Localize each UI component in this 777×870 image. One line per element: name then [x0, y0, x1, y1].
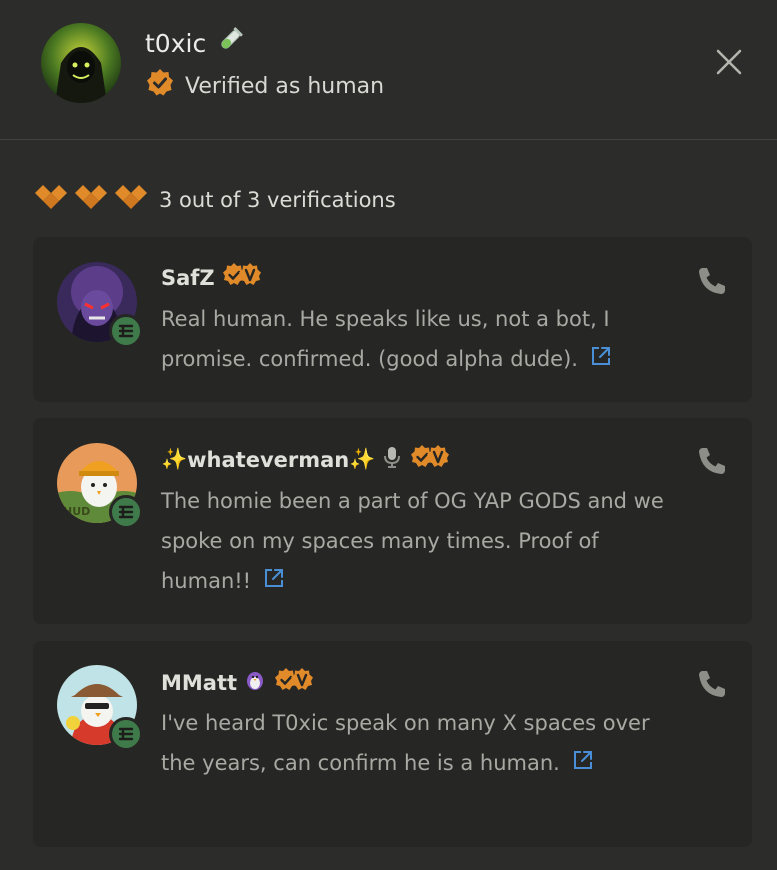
- verification-message-text: The homie been a part of OG YAP GODS and…: [161, 489, 664, 593]
- verifier-avatar[interactable]: [57, 262, 143, 348]
- verifier-avatar[interactable]: HUD: [57, 443, 143, 529]
- call-button[interactable]: [695, 667, 729, 701]
- verified-status: Verified as human: [145, 68, 384, 104]
- verification-card: HUD ✨ whateverman ✨ The homie been a par…: [33, 418, 752, 624]
- call-button[interactable]: [695, 444, 729, 478]
- sparkle-suffix: ✨: [349, 447, 376, 471]
- verified-seal-icon: [273, 667, 315, 698]
- verifier-avatar[interactable]: [57, 665, 143, 751]
- verifier-name[interactable]: SafZ: [161, 262, 263, 293]
- verification-diamond-icon: [113, 181, 149, 218]
- verified-seal-icon: [409, 444, 451, 475]
- menu-badge-icon: [109, 314, 143, 348]
- sparkle-prefix: ✨: [161, 447, 188, 471]
- menu-badge-icon: [109, 717, 143, 751]
- penguin-icon: [243, 668, 267, 697]
- verification-summary: 3 out of 3 verifications: [33, 181, 396, 218]
- profile-name: t0xic: [145, 26, 244, 60]
- close-icon: [716, 49, 742, 75]
- verifier-name-text: SafZ: [161, 265, 215, 290]
- external-link-icon[interactable]: [572, 744, 594, 784]
- phone-icon: [699, 268, 725, 294]
- profile-avatar[interactable]: [41, 23, 121, 103]
- external-link-icon[interactable]: [590, 340, 612, 380]
- close-button[interactable]: [712, 45, 746, 79]
- verification-card: MMatt I've heard T0xic speak on many X s…: [33, 641, 752, 847]
- verification-diamond-icon: [33, 181, 69, 218]
- verification-message: Real human. He speaks like us, not a bot…: [161, 299, 671, 380]
- menu-badge-icon: [109, 495, 143, 529]
- profile-header: t0xic Verified as human: [0, 0, 777, 140]
- verification-diamond-icon: [73, 181, 109, 218]
- microphone-icon: [381, 445, 403, 474]
- phone-icon: [699, 671, 725, 697]
- call-button[interactable]: [695, 264, 729, 298]
- verification-message: I've heard T0xic speak on many X spaces …: [161, 703, 671, 784]
- verified-label: Verified as human: [185, 73, 385, 99]
- external-link-icon[interactable]: [263, 562, 285, 602]
- phone-icon: [699, 448, 725, 474]
- verifier-name[interactable]: MMatt: [161, 667, 315, 698]
- verifier-name[interactable]: ✨ whateverman ✨: [161, 444, 451, 475]
- verification-card: SafZ Real human. He speaks like us, not …: [33, 237, 752, 402]
- verified-seal-icon: [221, 262, 263, 293]
- verification-count: 3 out of 3 verifications: [159, 187, 396, 212]
- verified-badge-icon: [145, 68, 175, 104]
- test-tube-icon: [216, 26, 244, 60]
- verifier-name-text: whateverman: [187, 447, 350, 472]
- verification-message: The homie been a part of OG YAP GODS and…: [161, 481, 671, 602]
- verifier-name-text: MMatt: [161, 670, 238, 695]
- svg-text:HUD: HUD: [63, 505, 90, 518]
- verification-message-text: Real human. He speaks like us, not a bot…: [161, 307, 610, 371]
- profile-name-text: t0xic: [145, 28, 207, 58]
